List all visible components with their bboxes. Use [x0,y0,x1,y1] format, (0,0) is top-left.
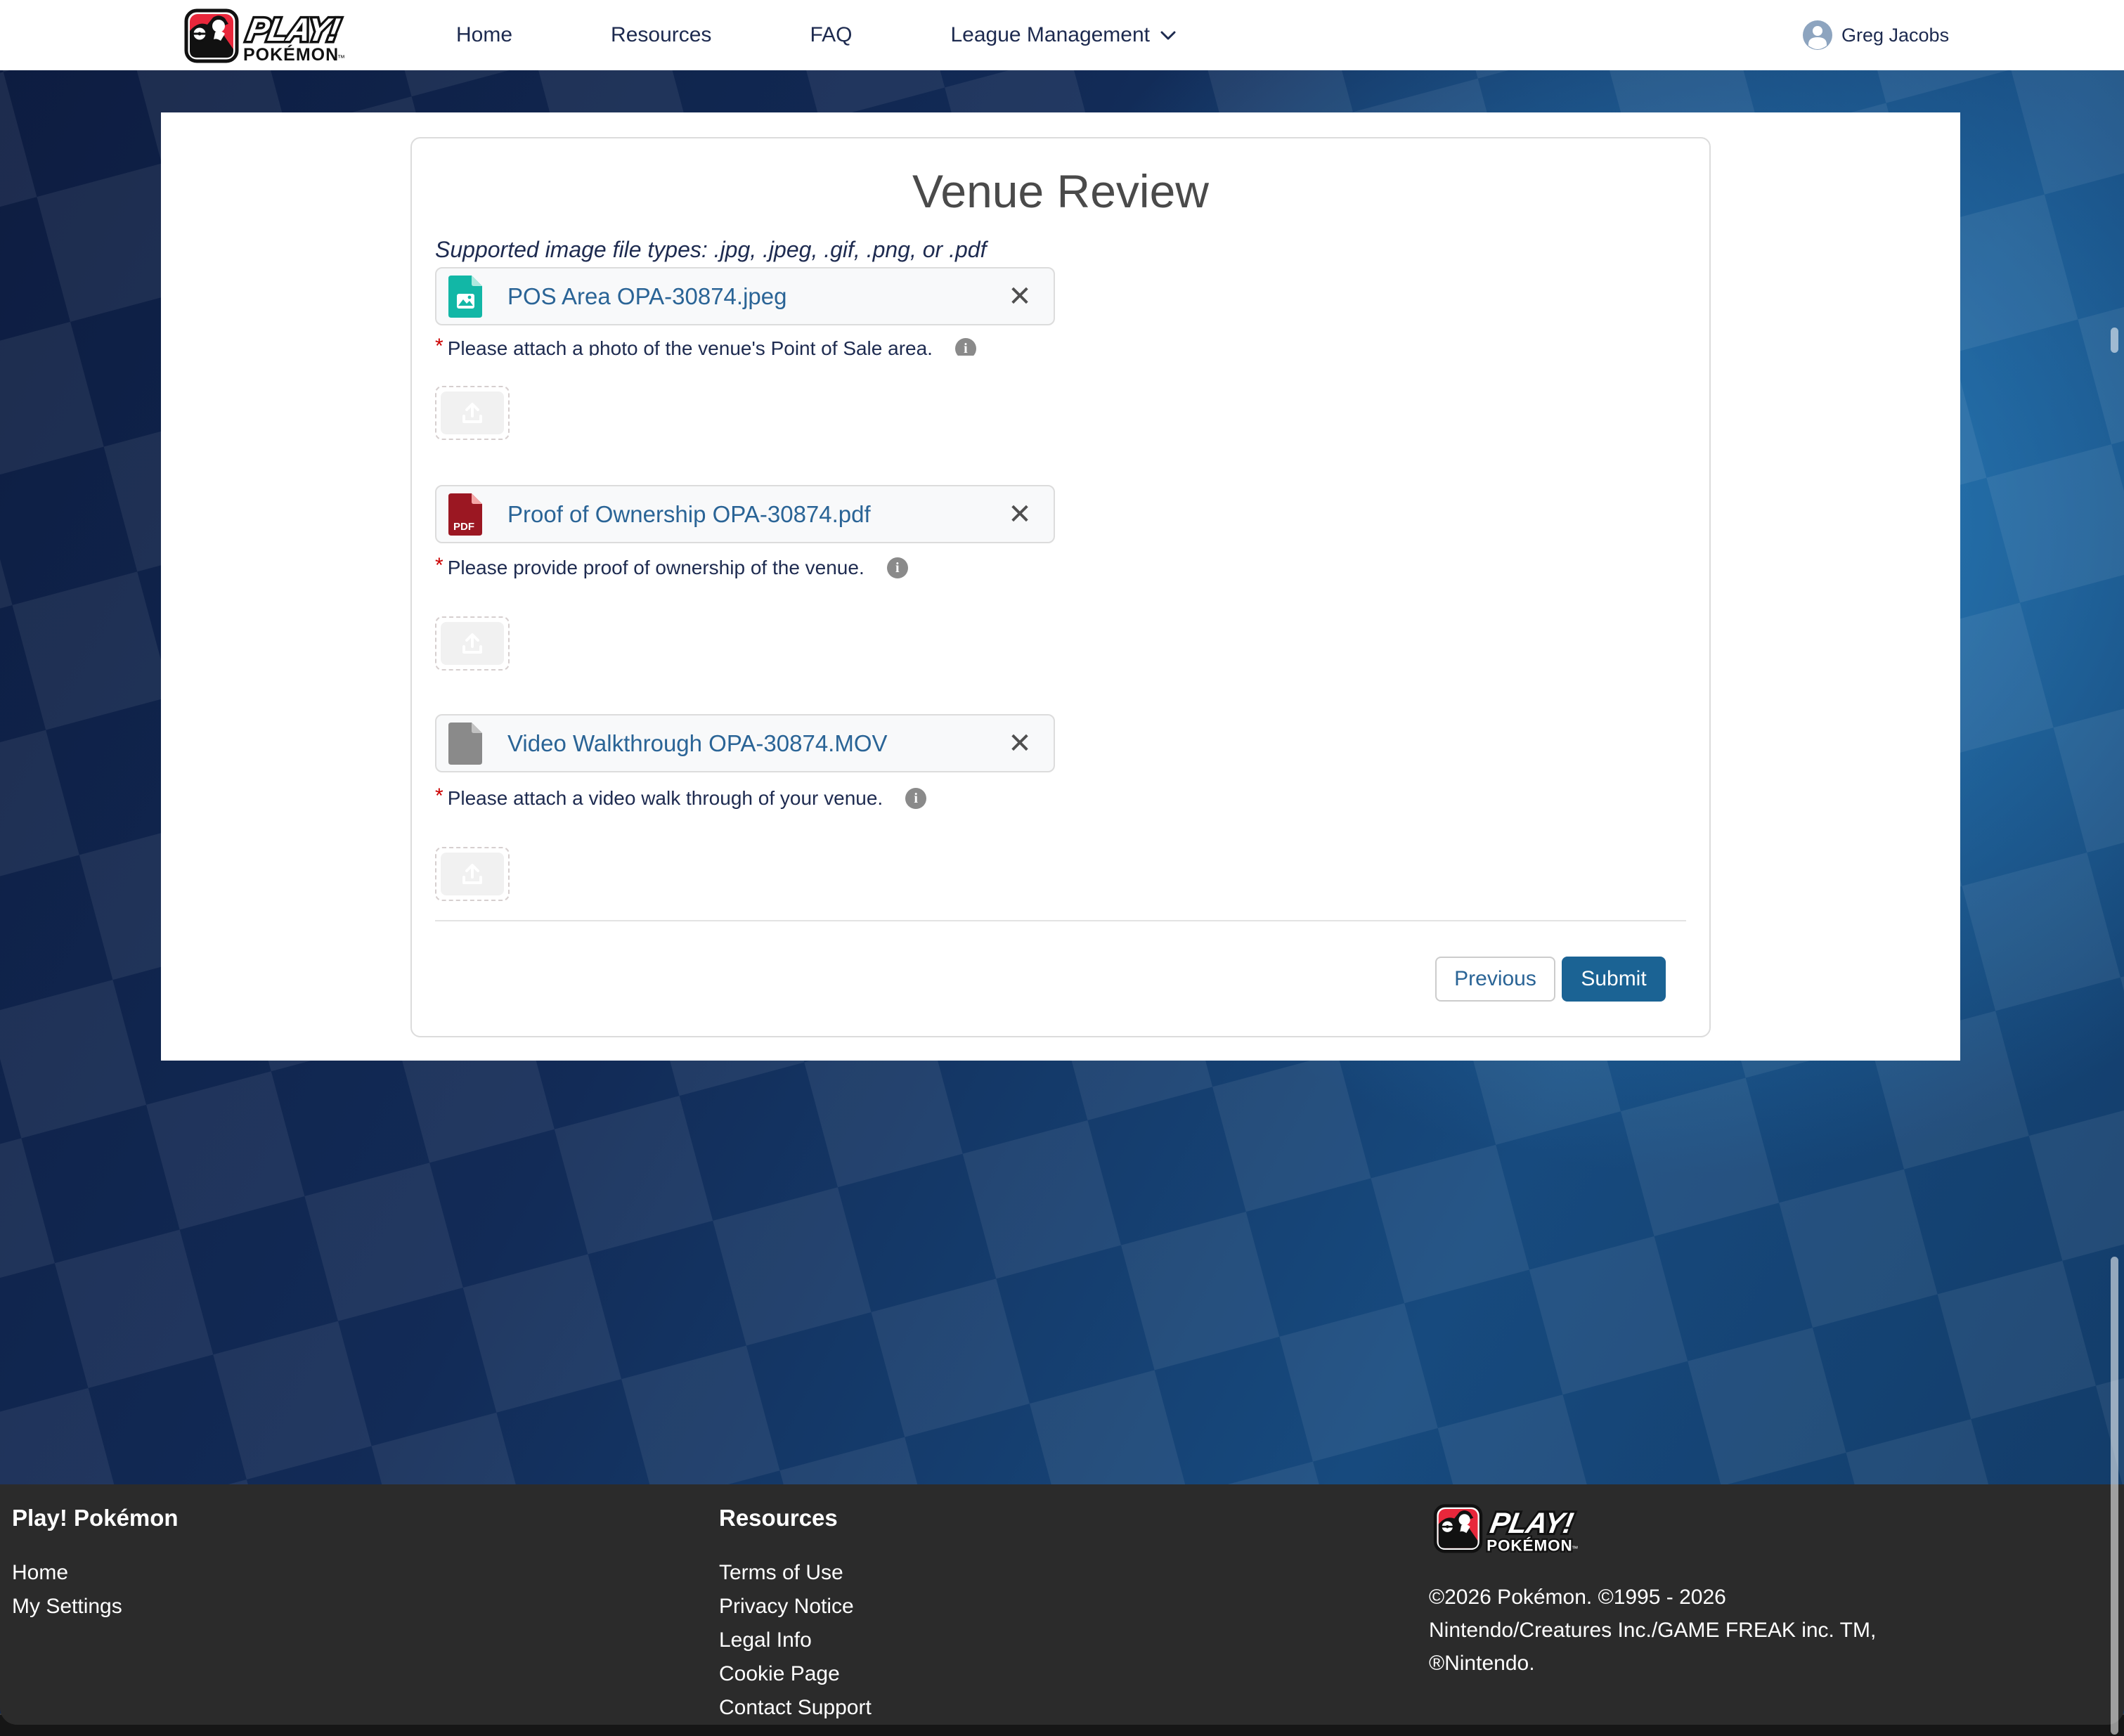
footer-link-privacy-notice[interactable]: Privacy Notice [719,1590,1429,1624]
requirement-label: * Please provide proof of ownership of t… [435,555,908,581]
required-marker: * [435,555,443,576]
upload-dropzone[interactable] [435,847,510,901]
file-link[interactable]: Video Walkthrough OPA-30874.MOV [507,730,888,757]
required-marker: * [435,786,443,807]
nav-home[interactable]: Home [456,23,512,47]
nav-resources-label: Resources [611,23,711,47]
avatar-icon [1803,20,1832,50]
upload-icon [460,402,485,425]
scrollbar-thumb-lower[interactable] [2111,1257,2118,1735]
uploaded-file-row: Video Walkthrough OPA-30874.MOV ✕ [435,714,1055,772]
uploaded-file-row: PDF Proof of Ownership OPA-30874.pdf ✕ [435,485,1055,543]
venue-review-card: Venue Review Supported image file types:… [410,137,1711,1037]
info-icon[interactable]: i [955,338,976,356]
previous-button[interactable]: Previous [1435,957,1555,1002]
file-link[interactable]: Proof of Ownership OPA-30874.pdf [507,501,871,528]
form-actions: Previous Submit [1435,957,1666,1002]
file-link[interactable]: POS Area OPA-30874.jpeg [507,283,786,310]
upload-icon [460,633,485,655]
chevron-down-icon [1160,30,1177,41]
top-navigation-bar: PLAY! POKÉMON ™ Home Resources FAQ Leagu… [0,0,2124,70]
nav-league-management-label: League Management [950,23,1150,47]
supported-file-types-note: Supported image file types: .jpg, .jpeg,… [435,237,986,263]
remove-file-button[interactable]: ✕ [1000,486,1040,542]
copyright-line: ®Nintendo. [1429,1647,1935,1680]
uploaded-file-row: POS Area OPA-30874.jpeg ✕ [435,267,1055,325]
svg-text:™: ™ [1572,1545,1579,1553]
footer: Play! Pokémon Home My Settings Resources… [0,1484,2124,1725]
image-file-icon [448,276,482,318]
footer-link-home[interactable]: Home [12,1556,719,1590]
user-menu[interactable]: Greg Jacobs [1803,0,1949,70]
user-name: Greg Jacobs [1841,25,1949,46]
nav-league-management[interactable]: League Management [950,23,1177,47]
form-divider [435,920,1686,921]
svg-text:POKÉMON: POKÉMON [243,44,339,63]
footer-link-cookie-page[interactable]: Cookie Page [719,1657,1429,1691]
footer-heading-play-pokemon: Play! Pokémon [12,1503,719,1534]
copyright-line: Nintendo/Creatures Inc./GAME FREAK inc. … [1429,1614,1935,1647]
info-icon[interactable]: i [887,557,908,578]
svg-text:™: ™ [337,54,345,63]
remove-file-button[interactable]: ✕ [1000,715,1040,771]
required-marker: * [435,336,443,356]
svg-text:POKÉMON: POKÉMON [1487,1536,1573,1553]
footer-link-legal-info[interactable]: Legal Info [719,1624,1429,1657]
page-title: Venue Review [412,164,1709,219]
svg-text:PLAY!: PLAY! [1488,1506,1576,1539]
main-nav: Home Resources FAQ League Management [456,0,1177,70]
remove-file-button[interactable]: ✕ [1000,268,1040,324]
copyright-text: ©2026 Pokémon. ©1995 - 2026 Nintendo/Cre… [1429,1581,1935,1680]
footer-link-contact-support[interactable]: Contact Support [719,1691,1429,1725]
upload-dropzone[interactable] [435,616,510,671]
nav-home-label: Home [456,23,512,47]
footer-play-pokemon-logo: PLAY! POKÉMON ™ [1429,1503,1634,1553]
play-pokemon-logo[interactable]: PLAY! POKÉMON ™ [184,7,402,63]
content-panel: Venue Review Supported image file types:… [161,112,1960,1061]
requirement-text: Please provide proof of ownership of the… [448,555,865,581]
footer-link-terms-of-use[interactable]: Terms of Use [719,1556,1429,1590]
generic-file-icon [448,723,482,765]
requirement-text: Please attach a video walk through of yo… [448,786,883,811]
footer-heading-resources: Resources [719,1503,1429,1534]
svg-text:PLAY!: PLAY! [245,11,342,48]
nav-faq[interactable]: FAQ [810,23,852,47]
submit-button[interactable]: Submit [1562,957,1666,1002]
nav-resources[interactable]: Resources [611,23,711,47]
requirement-label: * Please attach a video walk through of … [435,786,926,811]
pdf-file-icon: PDF [448,493,482,536]
nav-faq-label: FAQ [810,23,852,47]
requirement-label: * Please attach a photo of the venue's P… [435,336,976,356]
svg-text:PDF: PDF [453,521,474,533]
footer-link-my-settings[interactable]: My Settings [12,1590,719,1624]
info-icon[interactable]: i [905,788,926,809]
scrollbar-thumb-upper[interactable] [2111,328,2118,353]
upload-dropzone[interactable] [435,386,510,440]
upload-icon [460,863,485,886]
copyright-line: ©2026 Pokémon. ©1995 - 2026 [1429,1581,1935,1614]
requirement-text: Please attach a photo of the venue's Poi… [448,336,933,356]
